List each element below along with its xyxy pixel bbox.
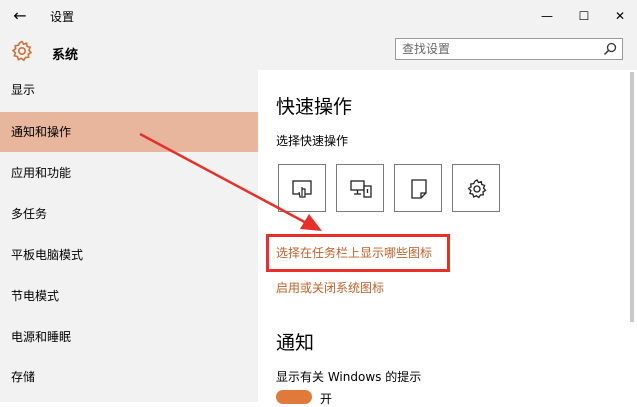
section-title: 系统 bbox=[52, 48, 79, 63]
sidebar-item-power-sleep[interactable]: 电源和睡眠 bbox=[0, 317, 258, 357]
quick-actions-subheading: 选择快速操作 bbox=[276, 134, 349, 148]
windows-tips-label: 显示有关 Windows 的提示 bbox=[276, 370, 422, 384]
quick-action-tile-project[interactable] bbox=[336, 164, 384, 212]
sidebar-item-storage[interactable]: 存储 bbox=[0, 357, 258, 397]
project-display-icon bbox=[350, 180, 372, 198]
quick-action-tile-tablet[interactable] bbox=[278, 164, 326, 212]
gear-icon bbox=[467, 179, 487, 199]
toggle-state-label: 开 bbox=[320, 392, 333, 406]
sidebar-item-notifications[interactable]: 通知和操作 bbox=[0, 112, 258, 152]
quick-action-tile-settings[interactable] bbox=[452, 164, 500, 212]
main-content: 快速操作 选择快速操作 选择在任务栏上显示哪些图标 启用或关闭系统图标 通知 显… bbox=[258, 70, 637, 406]
sidebar-item-tablet-mode[interactable]: 平板电脑模式 bbox=[0, 235, 258, 275]
search-icon[interactable] bbox=[602, 41, 618, 57]
tablet-touch-icon bbox=[292, 180, 312, 198]
back-arrow-icon[interactable]: ← bbox=[10, 6, 30, 26]
notifications-heading: 通知 bbox=[276, 332, 315, 354]
sidebar-nav: 显示 通知和操作 应用和功能 多任务 平板电脑模式 节电模式 电源和睡眠 存储 bbox=[0, 70, 258, 402]
gear-icon bbox=[11, 40, 33, 62]
quick-actions-heading: 快速操作 bbox=[276, 96, 353, 118]
annotation-highlight-box bbox=[266, 234, 450, 272]
window-title: 设置 bbox=[50, 10, 75, 24]
system-icons-link[interactable]: 启用或关闭系统图标 bbox=[276, 279, 384, 296]
note-icon bbox=[411, 179, 427, 199]
close-button[interactable]: ✕ bbox=[608, 4, 632, 28]
minimize-button[interactable]: — bbox=[535, 4, 559, 28]
maximize-button[interactable]: ☐ bbox=[572, 4, 596, 28]
sidebar-item-apps[interactable]: 应用和功能 bbox=[0, 153, 258, 193]
scrollbar[interactable] bbox=[630, 72, 634, 322]
sidebar-item-battery-saver[interactable]: 节电模式 bbox=[0, 276, 258, 316]
title-bar: ← 设置 — ☐ ✕ bbox=[0, 0, 637, 32]
quick-action-tile-note[interactable] bbox=[394, 164, 442, 212]
settings-header: 系统 bbox=[0, 32, 637, 70]
search-input[interactable] bbox=[402, 41, 592, 57]
sidebar-item-display[interactable]: 显示 bbox=[0, 70, 258, 110]
search-box[interactable] bbox=[395, 38, 623, 60]
sidebar-item-multitasking[interactable]: 多任务 bbox=[0, 194, 258, 234]
